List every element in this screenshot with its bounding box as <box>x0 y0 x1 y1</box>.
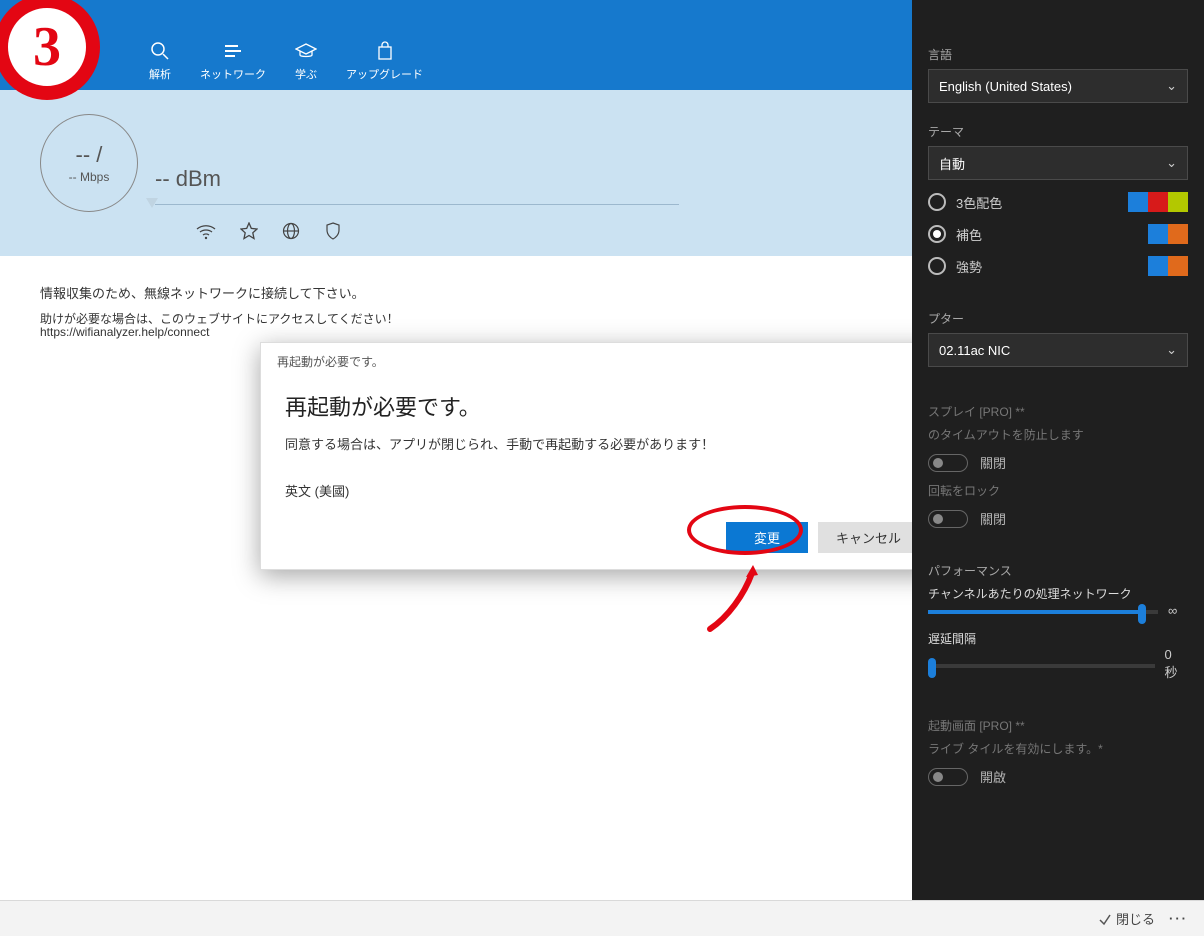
radio-icon <box>928 257 946 275</box>
magnifier-icon <box>150 40 170 62</box>
livetile-toggle[interactable]: 開啟 <box>912 763 1204 790</box>
language-select[interactable]: English (United States) ⌄ <box>928 69 1188 103</box>
color-option-emphasis[interactable]: 強勢 <box>912 250 1204 282</box>
color-option-label: 強勢 <box>956 257 982 276</box>
theme-label: テーマ <box>928 123 1188 140</box>
chevron-down-icon: ⌄ <box>1166 78 1177 94</box>
wifi-icon[interactable] <box>196 222 216 245</box>
dialog-body: 同意する場合は、アプリが閉じられ、手動で再起動する必要があります！ <box>261 434 937 453</box>
tab-label: 学ぶ <box>295 66 317 82</box>
list-icon <box>222 40 244 62</box>
rotation-toggle[interactable]: 關閉 <box>912 505 1204 532</box>
delay-label: 遅延間隔 <box>928 632 976 646</box>
tab-networks[interactable]: ネットワーク <box>190 36 276 86</box>
main-toolbar: 解析 ネットワーク 学ぶ アップグレード <box>0 32 912 90</box>
star-icon[interactable] <box>240 222 258 245</box>
signal-line <box>155 204 679 205</box>
annotation-step-number: 3 <box>33 15 61 79</box>
toggle-off-icon <box>928 768 968 786</box>
tab-label: 解析 <box>149 66 171 82</box>
toggle-state: 關閉 <box>980 509 1006 528</box>
delay-slider[interactable] <box>928 664 1155 668</box>
livetile-label: ライブ タイルを有効にします。* <box>928 740 1188 757</box>
timeout-prevent-label: のタイムアウトを防止します <box>928 426 1188 443</box>
tab-label: アップグレード <box>346 66 423 82</box>
delay-value: 0 秒 <box>1165 647 1188 681</box>
dialog-heading: 再起動が必要です。 <box>261 370 937 434</box>
toggle-off-icon <box>928 510 968 528</box>
restart-dialog: 再起動が必要です。 再起動が必要です。 同意する場合は、アプリが閉じられ、手動で… <box>260 342 938 570</box>
color-swatches <box>1128 192 1188 212</box>
theme-value: 自動 <box>939 154 965 173</box>
graduation-cap-icon <box>295 40 317 62</box>
speed-unit: -- Mbps <box>69 170 110 184</box>
radio-icon <box>928 193 946 211</box>
speed-gauge: -- / -- Mbps <box>40 114 138 212</box>
bottom-bar: 閉じる ··· <box>0 900 1204 936</box>
performance-label: パフォーマンス <box>928 562 1188 579</box>
tab-upgrade[interactable]: アップグレード <box>336 36 433 86</box>
timeout-toggle[interactable]: 關閉 <box>912 449 1204 476</box>
color-option-label: 補色 <box>956 225 982 244</box>
connect-message: 情報収集のため、無線ネットワークに接続して下さい。 <box>40 283 365 302</box>
shield-icon[interactable] <box>324 222 342 245</box>
adapter-value: 02.11ac NIC <box>939 343 1010 358</box>
tab-analyze[interactable]: 解析 <box>130 36 190 86</box>
close-panel-button[interactable]: 閉じる <box>1098 909 1155 928</box>
color-option-complement[interactable]: 補色 <box>912 218 1204 250</box>
channels-slider[interactable] <box>928 610 1158 614</box>
settings-panel: 言語 English (United States) ⌄ テーマ 自動 ⌄ 3色… <box>912 0 1204 900</box>
tab-learn[interactable]: 学ぶ <box>276 36 336 86</box>
help-url[interactable]: https://wifianalyzer.help/connect <box>40 325 209 339</box>
close-panel-label: 閉じる <box>1116 912 1155 927</box>
chevron-down-icon: ⌄ <box>1166 155 1177 171</box>
tab-label: ネットワーク <box>200 66 266 82</box>
color-swatches <box>1148 256 1188 276</box>
cancel-button[interactable]: キャンセル <box>818 522 919 553</box>
globe-icon[interactable] <box>282 222 300 245</box>
color-option-label: 3色配色 <box>956 193 1002 212</box>
toggle-state: 開啟 <box>980 767 1006 786</box>
shopping-bag-icon <box>375 40 395 62</box>
toggle-off-icon <box>928 454 968 472</box>
theme-select[interactable]: 自動 ⌄ <box>928 146 1188 180</box>
color-option-3color[interactable]: 3色配色 <box>912 186 1204 218</box>
channels-value: ∞ <box>1168 603 1177 618</box>
dialog-language-line: 英文 (美國) <box>261 453 937 500</box>
chevron-down-icon: ⌄ <box>1166 342 1177 358</box>
more-button[interactable]: ··· <box>1169 911 1188 926</box>
signal-caret-icon <box>146 198 158 208</box>
rotation-lock-label: 回転をロック <box>928 482 1188 499</box>
color-swatches <box>1148 224 1188 244</box>
toggle-state: 關閉 <box>980 453 1006 472</box>
startup-pro-label: 起動画面 [PRO] ** <box>928 717 1188 734</box>
annotation-arrow-icon <box>698 555 798 655</box>
display-pro-label: スプレイ [PRO] ** <box>928 403 1188 420</box>
signal-dbm: -- dBm <box>155 166 221 192</box>
adapter-select[interactable]: 02.11ac NIC ⌄ <box>928 333 1188 367</box>
channels-label: チャンネルあたりの処理ネットワーク <box>928 585 1188 602</box>
speed-value: -- / <box>76 142 103 168</box>
language-label: 言語 <box>928 46 1188 63</box>
annotation-highlight-oval <box>687 505 803 555</box>
dialog-caption: 再起動が必要です。 <box>261 343 937 370</box>
adapter-label: プター <box>928 310 1188 327</box>
radio-checked-icon <box>928 225 946 243</box>
signal-icon-row <box>196 222 342 245</box>
language-value: English (United States) <box>939 79 1072 94</box>
